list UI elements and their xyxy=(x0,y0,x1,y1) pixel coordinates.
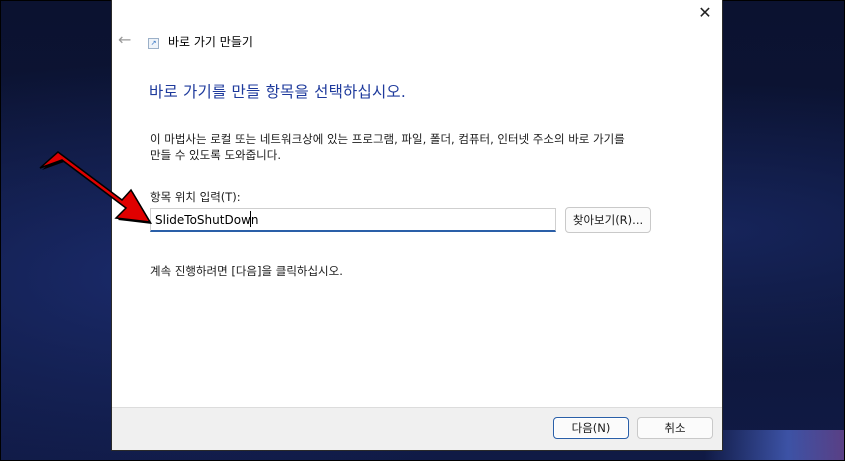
wizard-description: 이 마법사는 로컬 또는 네트워크상에 있는 프로그램, 파일, 폴더, 컴퓨터… xyxy=(150,131,710,163)
dialog-footer xyxy=(112,407,722,450)
location-label: 항목 위치 입력(T): xyxy=(150,190,241,204)
wallpaper-glow xyxy=(704,430,844,460)
shortcut-icon: ↗ xyxy=(148,38,159,49)
page-heading: 바로 가기를 만들 항목을 선택하십시오. xyxy=(149,83,406,101)
location-input[interactable] xyxy=(150,208,556,232)
close-icon[interactable]: ✕ xyxy=(694,2,716,22)
next-button[interactable]: 다음(N) xyxy=(553,417,629,439)
back-arrow-icon[interactable]: ← xyxy=(118,30,131,49)
create-shortcut-dialog: ✕ ← ↗ 바로 가기 만들기 바로 가기를 만들 항목을 선택하십시오. 이 … xyxy=(111,0,723,451)
window-title: 바로 가기 만들기 xyxy=(168,35,253,49)
description-line-2: 만들 수 있도록 도와줍니다. xyxy=(150,148,282,162)
browse-button[interactable]: 찾아보기(R)... xyxy=(565,207,651,233)
text-caret xyxy=(250,211,251,227)
continue-instruction: 계속 진행하려면 [다음]을 클릭하십시오. xyxy=(150,264,343,278)
cancel-button[interactable]: 취소 xyxy=(637,417,713,439)
description-line-1: 이 마법사는 로컬 또는 네트워크상에 있는 프로그램, 파일, 폴더, 컴퓨터… xyxy=(150,132,625,146)
